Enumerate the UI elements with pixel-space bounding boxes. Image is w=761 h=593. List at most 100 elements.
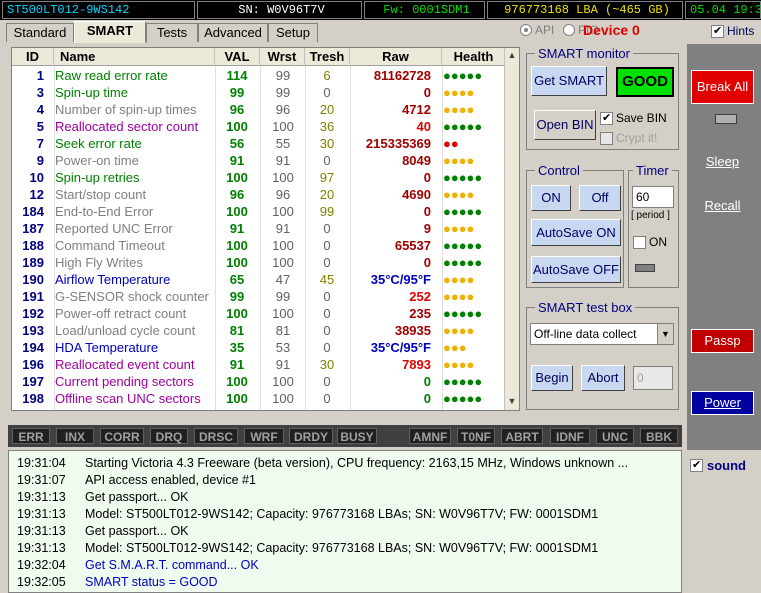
attribute-threshold: 0 xyxy=(323,255,331,270)
table-row[interactable]: 4 Number of spin-up times 96 96 20 4712 ●●●● xyxy=(12,101,506,118)
tab-advanced[interactable]: Advanced xyxy=(198,23,268,42)
control-on-button[interactable]: ON xyxy=(531,185,571,211)
attribute-health: ●●●●● xyxy=(443,68,483,83)
save-bin-checkbox[interactable] xyxy=(600,111,613,125)
event-log[interactable]: 19:31:04 Starting Victoria 4.3 Freeware (… xyxy=(8,450,682,593)
attribute-raw: 65537 xyxy=(394,238,431,253)
flag-corr: CORR xyxy=(100,428,144,444)
attribute-raw: 4690 xyxy=(402,187,431,202)
attribute-worst: 91 xyxy=(275,221,291,236)
attribute-id: 3 xyxy=(36,85,44,100)
table-row[interactable]: 191 G-SENSOR shock counter 99 99 0 252 ●●●● xyxy=(12,288,506,305)
hints-label: Hints xyxy=(727,24,755,38)
table-row[interactable]: 1 Raw read error rate 114 99 6 81162728 ●●●●● xyxy=(12,67,506,84)
autosave-on-button[interactable]: AutoSave ON xyxy=(531,219,621,246)
timer-on-checkbox[interactable] xyxy=(633,235,646,249)
begin-button[interactable]: Begin xyxy=(531,365,573,391)
attribute-threshold: 0 xyxy=(323,391,331,406)
autosave-off-button[interactable]: AutoSave OFF xyxy=(531,256,621,283)
flag-drsc: DRSC xyxy=(194,428,238,444)
table-row[interactable]: 188 Command Timeout 100 100 0 65537 ●●●●● xyxy=(12,237,506,254)
scroll-up-icon[interactable]: ▲ xyxy=(505,48,519,62)
attribute-health: ●●●● xyxy=(443,102,475,117)
table-row[interactable]: 5 Reallocated sector count 100 100 36 40 ●●●●● xyxy=(12,118,506,135)
sleep-button[interactable]: Sleep xyxy=(691,152,754,174)
abort-button[interactable]: Abort xyxy=(581,365,625,391)
table-row[interactable]: 189 High Fly Writes 100 100 0 0 ●●●●● xyxy=(12,254,506,271)
control-group: Control ON Off AutoSave ON AutoSave OFF xyxy=(526,163,624,288)
header-tresh[interactable]: Tresh xyxy=(305,48,350,66)
log-message: Get passport... OK xyxy=(85,524,189,538)
header-health[interactable]: Health xyxy=(442,48,506,66)
table-scrollbar[interactable]: ▲ ▼ xyxy=(504,48,519,410)
header-wrst[interactable]: Wrst xyxy=(260,48,305,66)
attribute-id: 189 xyxy=(22,255,44,270)
api-mode-radio[interactable]: API xyxy=(520,23,554,37)
attribute-value: 100 xyxy=(226,170,248,185)
get-smart-button[interactable]: Get SMART xyxy=(531,66,607,96)
save-bin-label: Save BIN xyxy=(616,111,667,125)
crypt-option[interactable]: Crypt it! xyxy=(600,131,657,145)
timer-on-label: ON xyxy=(649,235,667,249)
table-row[interactable]: 187 Reported UNC Error 91 91 0 9 ●●●● xyxy=(12,220,506,237)
attribute-raw: 9 xyxy=(423,221,431,236)
control-title: Control xyxy=(535,163,583,178)
attribute-name: Power-off retract count xyxy=(55,306,187,321)
api-radio-button[interactable] xyxy=(520,24,532,36)
tab-standard[interactable]: Standard xyxy=(6,23,74,42)
table-row[interactable]: 196 Reallocated event count 91 91 30 7893 ●●●● xyxy=(12,356,506,373)
header-raw[interactable]: Raw xyxy=(350,48,442,66)
attribute-worst: 100 xyxy=(272,255,294,270)
break-all-button[interactable]: Break All xyxy=(691,70,754,104)
attribute-health: ●●● xyxy=(443,340,467,355)
header-id[interactable]: ID xyxy=(12,48,54,66)
passport-button[interactable]: Passp xyxy=(691,329,754,353)
table-row[interactable]: 192 Power-off retract count 100 100 0 235 ●●●●… xyxy=(12,305,506,322)
hints-checkbox[interactable] xyxy=(711,24,724,38)
tab-smart[interactable]: SMART xyxy=(74,21,146,43)
table-row[interactable]: 9 Power-on time 91 91 0 8049 ●●●● xyxy=(12,152,506,169)
scroll-down-icon[interactable]: ▼ xyxy=(505,394,519,408)
table-row[interactable]: 193 Load/unload cycle count 81 81 0 38935 ●●●● xyxy=(12,322,506,339)
table-row[interactable]: 7 Seek error rate 56 55 30 215335369 ●● xyxy=(12,135,506,152)
attribute-name: Reallocated event count xyxy=(55,357,195,372)
chevron-down-icon[interactable]: ▼ xyxy=(657,324,673,344)
attribute-worst: 99 xyxy=(275,85,291,100)
crypt-checkbox[interactable] xyxy=(600,131,613,145)
pio-radio-button[interactable] xyxy=(563,24,575,36)
attribute-health: ●●●● xyxy=(443,153,475,168)
test-type-select[interactable]: Off-line data collect ▼ xyxy=(530,323,674,345)
attribute-value: 96 xyxy=(229,102,245,117)
control-off-button[interactable]: Off xyxy=(579,185,621,211)
recall-button[interactable]: Recall xyxy=(691,196,754,218)
api-label: API xyxy=(535,23,555,37)
attribute-value: 100 xyxy=(226,238,248,253)
table-row[interactable]: 10 Spin-up retries 100 100 97 0 ●●●●● xyxy=(12,169,506,186)
attribute-id: 10 xyxy=(29,170,44,185)
test-progress-input[interactable]: 0 xyxy=(633,366,673,390)
tab-tests[interactable]: Tests xyxy=(146,23,198,42)
table-row[interactable]: 12 Start/stop count 96 96 20 4690 ●●●● xyxy=(12,186,506,203)
sound-checkbox[interactable] xyxy=(690,459,703,472)
sound-option[interactable]: sound xyxy=(690,458,746,473)
open-bin-button[interactable]: Open BIN xyxy=(534,110,596,140)
header-val[interactable]: VAL xyxy=(215,48,260,66)
header-name[interactable]: Name xyxy=(54,48,215,66)
attribute-value: 91 xyxy=(229,357,245,372)
flag-abrt: ABRT xyxy=(501,428,543,444)
table-row[interactable]: 197 Current pending sectors 100 100 0 0 ●●●●● xyxy=(12,373,506,390)
table-row[interactable]: 184 End-to-End Error 100 100 99 0 ●●●●● xyxy=(12,203,506,220)
attribute-value: 96 xyxy=(229,187,245,202)
tab-setup[interactable]: Setup xyxy=(268,23,318,42)
hints-toggle[interactable]: Hints xyxy=(711,24,754,38)
timer-on-option[interactable]: ON xyxy=(633,235,667,249)
power-button[interactable]: Power xyxy=(691,391,754,415)
flag-bbk: BBK xyxy=(640,428,678,444)
table-row[interactable]: 198 Offline scan UNC sectors 100 100 0 0 ●●●●● xyxy=(12,390,506,407)
table-row[interactable]: 3 Spin-up time 99 99 0 0 ●●●● xyxy=(12,84,506,101)
table-row[interactable]: 194 HDA Temperature 35 53 0 35°C/95°F ●●● xyxy=(12,339,506,356)
timer-period-input[interactable]: 60 xyxy=(632,186,674,208)
table-row[interactable]: 190 Airflow Temperature 65 47 45 35°C/95°F ●●●… xyxy=(12,271,506,288)
attribute-name: G-SENSOR shock counter xyxy=(55,289,209,304)
save-bin-option[interactable]: Save BIN xyxy=(600,111,667,125)
